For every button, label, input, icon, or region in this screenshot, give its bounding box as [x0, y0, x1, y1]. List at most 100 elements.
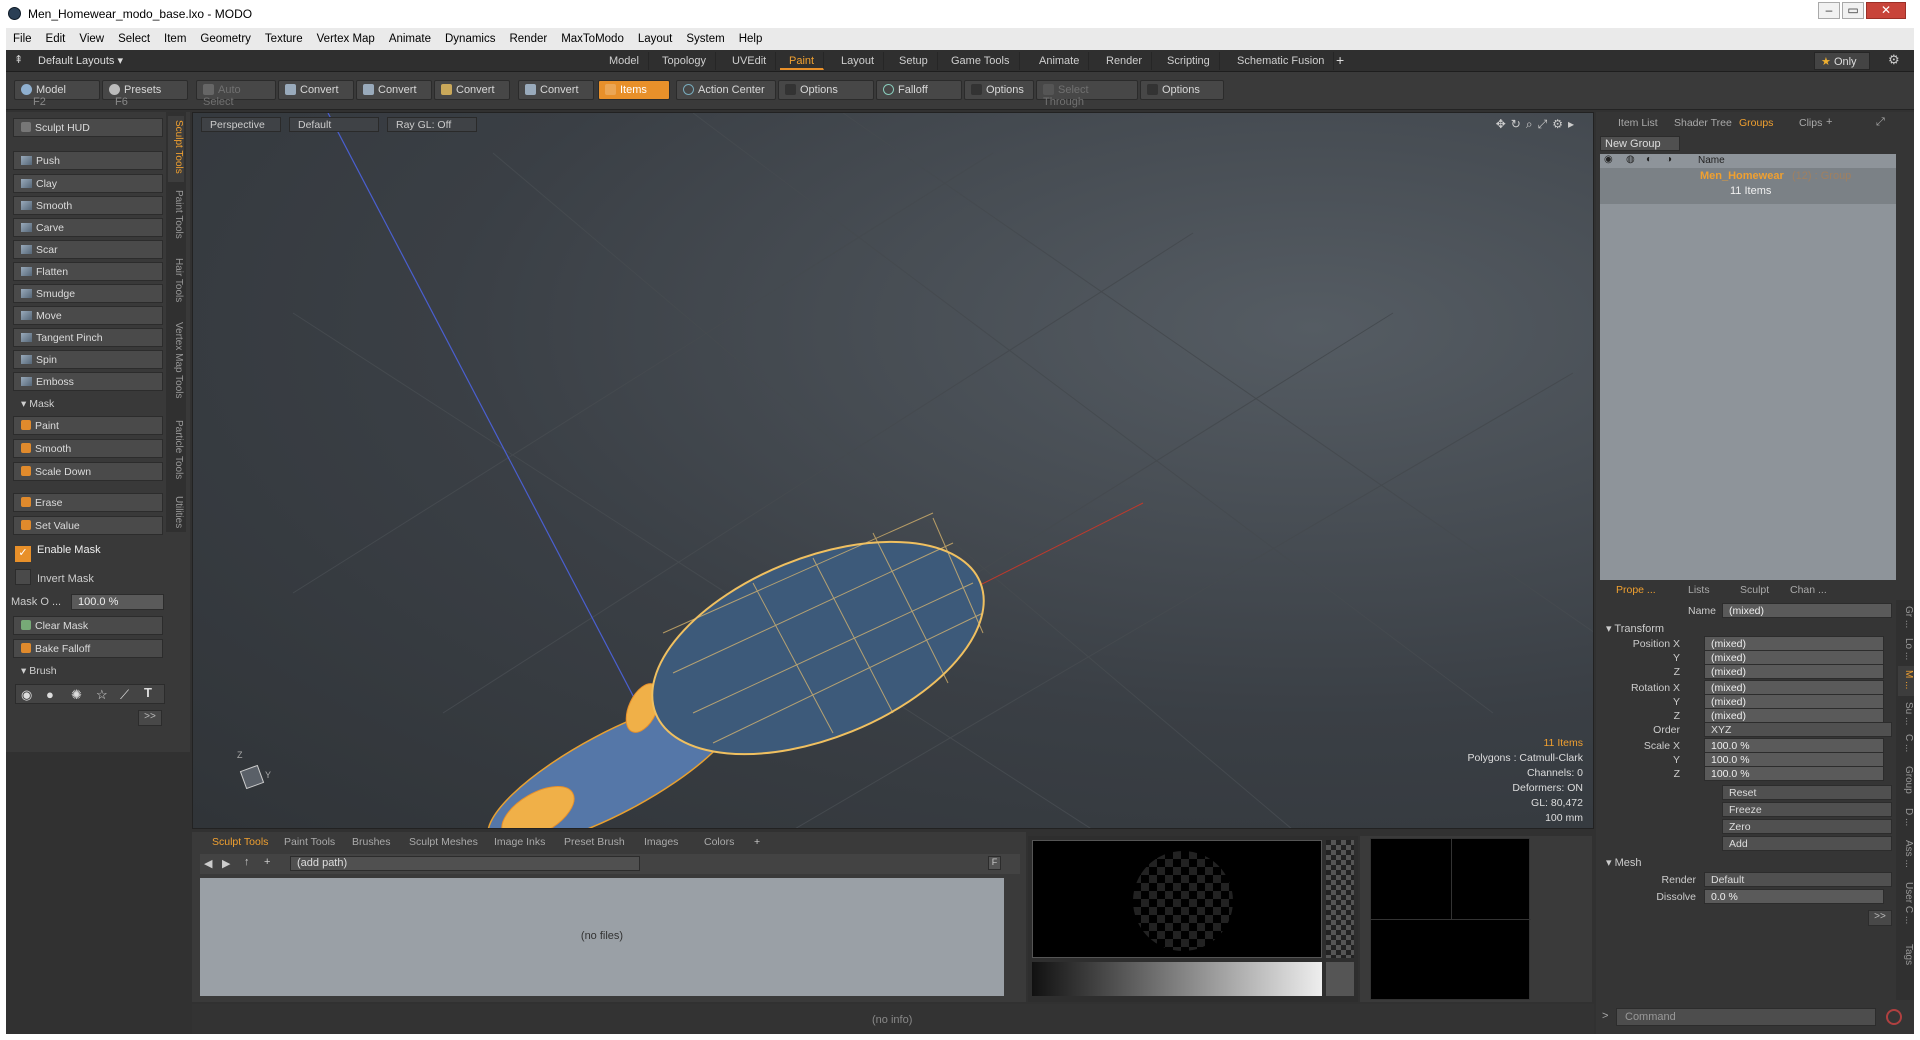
back-icon[interactable]: ◀ [204, 857, 212, 870]
convert-vertices-button[interactable]: Convert [278, 80, 354, 100]
vtab-vertex-map-tools[interactable]: Vertex Map Tools [168, 318, 184, 408]
zoom-icon[interactable]: ⌕ [1526, 117, 1538, 131]
view-type-dropdown[interactable]: Perspective [201, 117, 281, 132]
btab-brushes[interactable]: Brushes [352, 836, 391, 848]
ptab-side-group[interactable]: Group [1898, 762, 1914, 802]
star-brush-icon[interactable]: ☆ [96, 687, 108, 703]
dissolve-field[interactable]: 0.0 % [1704, 889, 1884, 904]
set-value-button[interactable]: Set Value [13, 516, 163, 535]
new-group-button[interactable]: New Group [1600, 136, 1680, 151]
sculpt-hud-button[interactable]: Sculpt HUD [13, 118, 163, 137]
mask-opacity-field[interactable]: 100.0 % [71, 594, 164, 610]
menu-dynamics[interactable]: Dynamics [438, 28, 502, 50]
ptab-side-tags[interactable]: Tags [1898, 940, 1914, 974]
maximize-button[interactable]: ▭ [1842, 2, 1864, 19]
ptab-side-ass[interactable]: Ass ... [1898, 836, 1914, 876]
menu-edit[interactable]: Edit [39, 28, 73, 50]
ptab-channels[interactable]: Chan ... [1790, 584, 1827, 596]
ptab-side-c[interactable]: C ... [1898, 730, 1914, 760]
ptab-sculpt[interactable]: Sculpt [1740, 584, 1769, 596]
btab-sculpt-tools[interactable]: Sculpt Tools [212, 836, 268, 848]
tab-render[interactable]: Render [1097, 52, 1153, 70]
soft-brush-icon[interactable]: ◉ [21, 687, 32, 703]
position-y-field[interactable]: (mixed) [1704, 650, 1884, 665]
select-through-options-button[interactable]: Options [1140, 80, 1224, 100]
forward-icon[interactable]: ▶ [222, 857, 230, 870]
shading-dropdown[interactable]: Default [289, 117, 379, 132]
rotation-x-field[interactable]: (mixed) [1704, 680, 1884, 695]
menu-texture[interactable]: Texture [258, 28, 310, 50]
file-list-area[interactable]: (no files) [200, 878, 1004, 996]
add-dropdown[interactable]: Add [1722, 836, 1892, 851]
menu-help[interactable]: Help [732, 28, 770, 50]
text-brush-icon[interactable]: T [144, 685, 152, 700]
group-row[interactable]: Men_Homewear (12) : Group 11 Items [1600, 168, 1896, 204]
color-picker-area[interactable] [1370, 838, 1531, 1000]
menu-vertex-map[interactable]: Vertex Map [310, 28, 382, 50]
convert-materials-button[interactable]: Convert [518, 80, 594, 100]
pan-icon[interactable]: ✥ [1496, 117, 1511, 131]
invert-mask-checkbox[interactable]: Invert Mask [15, 569, 165, 587]
rtab-item-list[interactable]: Item List [1618, 117, 1658, 129]
filter-button[interactable]: F [988, 856, 1001, 870]
viewport-gear-icon[interactable]: ⚙ [1552, 117, 1568, 131]
ptab-lists[interactable]: Lists [1688, 584, 1710, 596]
tool-smooth[interactable]: Smooth [13, 196, 163, 215]
menu-geometry[interactable]: Geometry [193, 28, 258, 50]
action-center-options-button[interactable]: Options [778, 80, 874, 100]
mask-smooth-button[interactable]: Smooth [13, 439, 163, 458]
ptab-side-d[interactable]: D ... [1898, 804, 1914, 834]
tool-spin[interactable]: Spin [13, 350, 163, 369]
tool-clay[interactable]: Clay [13, 174, 163, 193]
gear-icon[interactable]: ⚙ [1888, 52, 1900, 68]
tool-smudge[interactable]: Smudge [13, 284, 163, 303]
only-toggle[interactable]: ★ Only [1814, 52, 1870, 70]
action-center-button[interactable]: Action Center [676, 80, 776, 100]
layout-toggle-icon[interactable]: ⇞ [14, 53, 23, 66]
close-button[interactable]: ✕ [1866, 2, 1906, 19]
menu-select[interactable]: Select [111, 28, 157, 50]
position-x-field[interactable]: (mixed) [1704, 636, 1884, 651]
mask-paint-button[interactable]: Paint [13, 416, 163, 435]
falloff-options-button[interactable]: Options [964, 80, 1034, 100]
btab-images[interactable]: Images [644, 836, 678, 848]
menu-item[interactable]: Item [157, 28, 193, 50]
reset-dropdown[interactable]: Reset [1722, 785, 1892, 800]
viewport-menu-icon[interactable]: ▸ [1568, 117, 1579, 131]
btab-sculpt-meshes[interactable]: Sculpt Meshes [409, 836, 478, 848]
tab-model[interactable]: Model [600, 52, 649, 70]
enable-mask-checkbox[interactable]: ✓ Enable Mask [15, 544, 165, 562]
groups-list-area[interactable] [1600, 204, 1896, 584]
vtab-particle-tools[interactable]: Particle Tools [168, 416, 184, 484]
brush-more-button[interactable]: >> [138, 710, 162, 726]
rotation-z-field[interactable]: (mixed) [1704, 708, 1884, 723]
rtab-shader-tree[interactable]: Shader Tree [1674, 117, 1732, 129]
vtab-sculpt-tools[interactable]: Sculpt Tools [168, 116, 184, 182]
add-tab-button[interactable]: + [754, 836, 760, 848]
tool-scar[interactable]: Scar [13, 240, 163, 259]
menu-view[interactable]: View [72, 28, 111, 50]
menu-animate[interactable]: Animate [382, 28, 438, 50]
ptab-side-su[interactable]: Su ... [1898, 698, 1914, 728]
ptab-side-gr[interactable]: Gr ... [1898, 602, 1914, 632]
add-tab-button[interactable]: + [1826, 116, 1832, 128]
minimize-button[interactable]: – [1818, 2, 1840, 19]
raygl-toggle[interactable]: Ray GL: Off [387, 117, 477, 132]
render-dropdown[interactable]: Default [1704, 872, 1892, 887]
up-folder-icon[interactable]: ↑ [244, 856, 250, 868]
rotate-icon[interactable]: ↻ [1511, 117, 1526, 131]
items-mode-button[interactable]: Items [598, 80, 670, 100]
bake-falloff-button[interactable]: Bake Falloff [13, 639, 163, 658]
tool-move[interactable]: Move [13, 306, 163, 325]
path-dropdown[interactable]: (add path) [290, 856, 640, 871]
brush-section-header[interactable]: ▾ Brush [13, 663, 163, 679]
scale-z-field[interactable]: 100.0 % [1704, 766, 1884, 781]
mesh-header[interactable]: ▾ Mesh [1606, 856, 1641, 869]
tab-layout[interactable]: Layout [832, 52, 885, 70]
tab-setup[interactable]: Setup [890, 52, 938, 70]
command-input[interactable]: Command [1616, 1008, 1876, 1026]
scale-x-field[interactable]: 100.0 % [1704, 738, 1884, 753]
clear-mask-button[interactable]: Clear Mask [13, 616, 163, 635]
maximize-view-icon[interactable]: ⤢ [1538, 117, 1553, 131]
mask-scale-down-button[interactable]: Scale Down [13, 462, 163, 481]
